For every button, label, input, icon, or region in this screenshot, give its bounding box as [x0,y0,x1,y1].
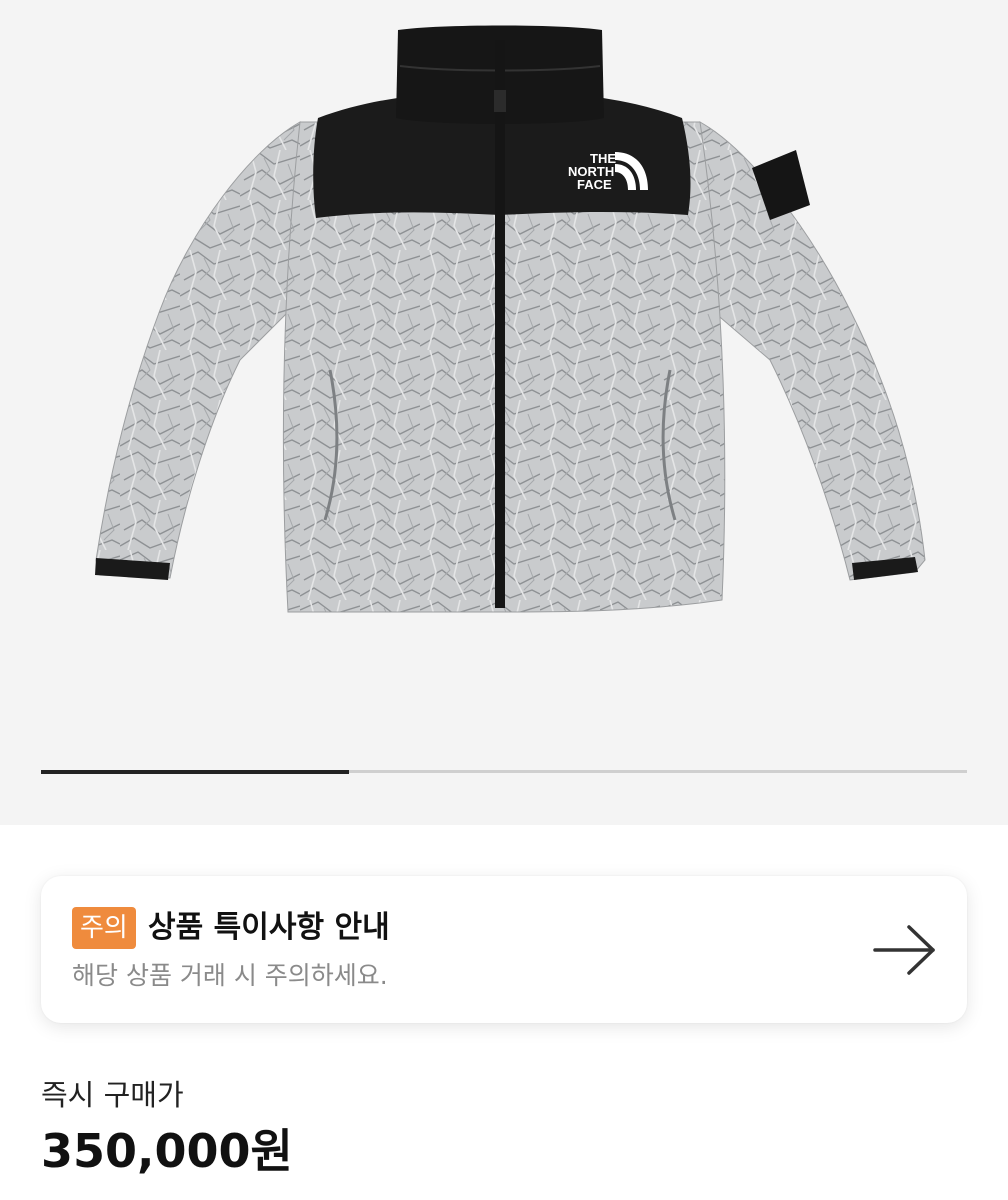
notice-subtitle: 해당 상품 거래 시 주의하세요. [72,961,388,990]
carousel-progress-fill [41,769,350,774]
product-image-carousel[interactable]: THE NORTH FACE [0,0,1008,825]
carousel-progress-bar [41,769,967,774]
arrow-right-icon[interactable] [873,924,937,976]
notice-title: 상품 특이사항 안내 [148,910,390,945]
instant-buy-price-label: 즉시 구매가 [41,1078,184,1112]
instant-buy-price-value: 350,000원 [41,1124,293,1178]
svg-text:FACE: FACE [577,177,612,192]
product-detail-page: THE NORTH FACE 주의 상품 특이사항 안내 해당 상품 거래 시 … [0,0,1008,1200]
caution-badge: 주의 [72,907,136,949]
product-image[interactable]: THE NORTH FACE [90,20,930,630]
product-notice-card[interactable]: 주의 상품 특이사항 안내 해당 상품 거래 시 주의하세요. [41,876,967,1023]
